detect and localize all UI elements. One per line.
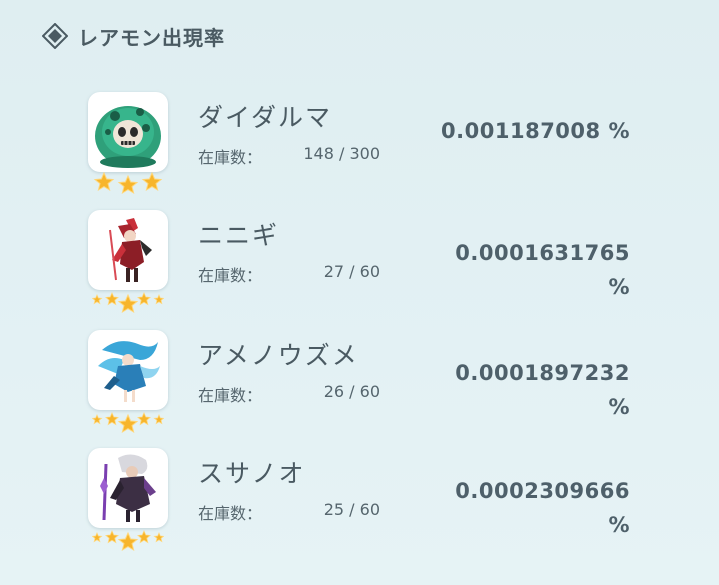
amenouzume-monster-icon <box>98 341 160 402</box>
star-icon <box>137 412 151 426</box>
stock-label: 在庫数： <box>198 148 263 167</box>
monster-name: アメノウズメ <box>198 341 359 370</box>
stock-label: 在庫数： <box>198 386 263 405</box>
star-rating <box>93 171 163 195</box>
rate-line: 0.0002309666 <box>455 479 630 503</box>
star-rating <box>92 292 164 314</box>
rate-unit: % <box>608 513 630 537</box>
star-icon <box>117 413 139 434</box>
monster-row: スサノオ 在庫数： 25 / 60 0.0002309666 % <box>88 448 648 558</box>
star-rating <box>92 412 164 434</box>
star-icon <box>92 413 103 425</box>
monster-row: ニニギ 在庫数： 27 / 60 0.0001631765 % <box>88 210 648 320</box>
appearance-rate: 0.001187008 % <box>390 114 630 148</box>
monster-row: アメノウズメ 在庫数： 26 / 60 0.0001897232 % <box>88 330 648 440</box>
rate-unit: % <box>608 395 630 419</box>
star-icon <box>117 174 139 195</box>
stock-label: 在庫数： <box>198 266 263 285</box>
star-rating <box>92 530 164 552</box>
rate-unit: % <box>608 275 630 299</box>
appearance-rate: 0.0002309666 % <box>390 474 630 542</box>
star-icon <box>117 531 139 552</box>
monster-name: スサノオ <box>198 459 306 488</box>
rate-line: 0.001187008 % <box>441 119 630 143</box>
stock-value: 27 / 60 <box>323 262 380 281</box>
star-icon <box>137 530 151 544</box>
appearance-rate: 0.0001897232 % <box>390 356 630 424</box>
monster-row: ダイダルマ 在庫数： 148 / 300 0.001187008 % <box>88 92 648 202</box>
daruma-monster-icon <box>95 106 161 168</box>
susanoo-monster-icon <box>100 454 156 522</box>
star-icon <box>105 292 119 306</box>
star-icon <box>153 531 164 543</box>
star-icon <box>153 293 164 305</box>
stock-value: 25 / 60 <box>323 500 380 519</box>
stock-value: 26 / 60 <box>323 382 380 401</box>
monster-name: ダイダルマ <box>198 103 333 132</box>
star-icon <box>92 531 103 543</box>
monster-card[interactable] <box>88 210 168 290</box>
star-icon <box>93 171 115 192</box>
rate-line: 0.0001897232 <box>455 361 630 385</box>
stock-value: 148 / 300 <box>303 144 380 163</box>
ninigi-monster-icon <box>109 218 152 282</box>
stock-label: 在庫数： <box>198 504 263 523</box>
rate-line: 0.0001631765 <box>455 241 630 265</box>
monster-card[interactable] <box>88 92 168 172</box>
star-icon <box>141 171 163 192</box>
monster-card[interactable] <box>88 448 168 528</box>
diamond-icon <box>40 21 70 51</box>
star-icon <box>92 293 103 305</box>
appearance-rate: 0.0001631765 % <box>390 236 630 304</box>
monster-name: ニニギ <box>198 221 280 250</box>
star-icon <box>137 292 151 306</box>
monster-card[interactable] <box>88 330 168 410</box>
section-title: レアモン出現率 <box>78 25 225 50</box>
star-icon <box>117 293 139 314</box>
star-icon <box>105 412 119 426</box>
star-icon <box>153 413 164 425</box>
star-icon <box>105 530 119 544</box>
section-header: レアモン出現率 <box>40 18 225 54</box>
